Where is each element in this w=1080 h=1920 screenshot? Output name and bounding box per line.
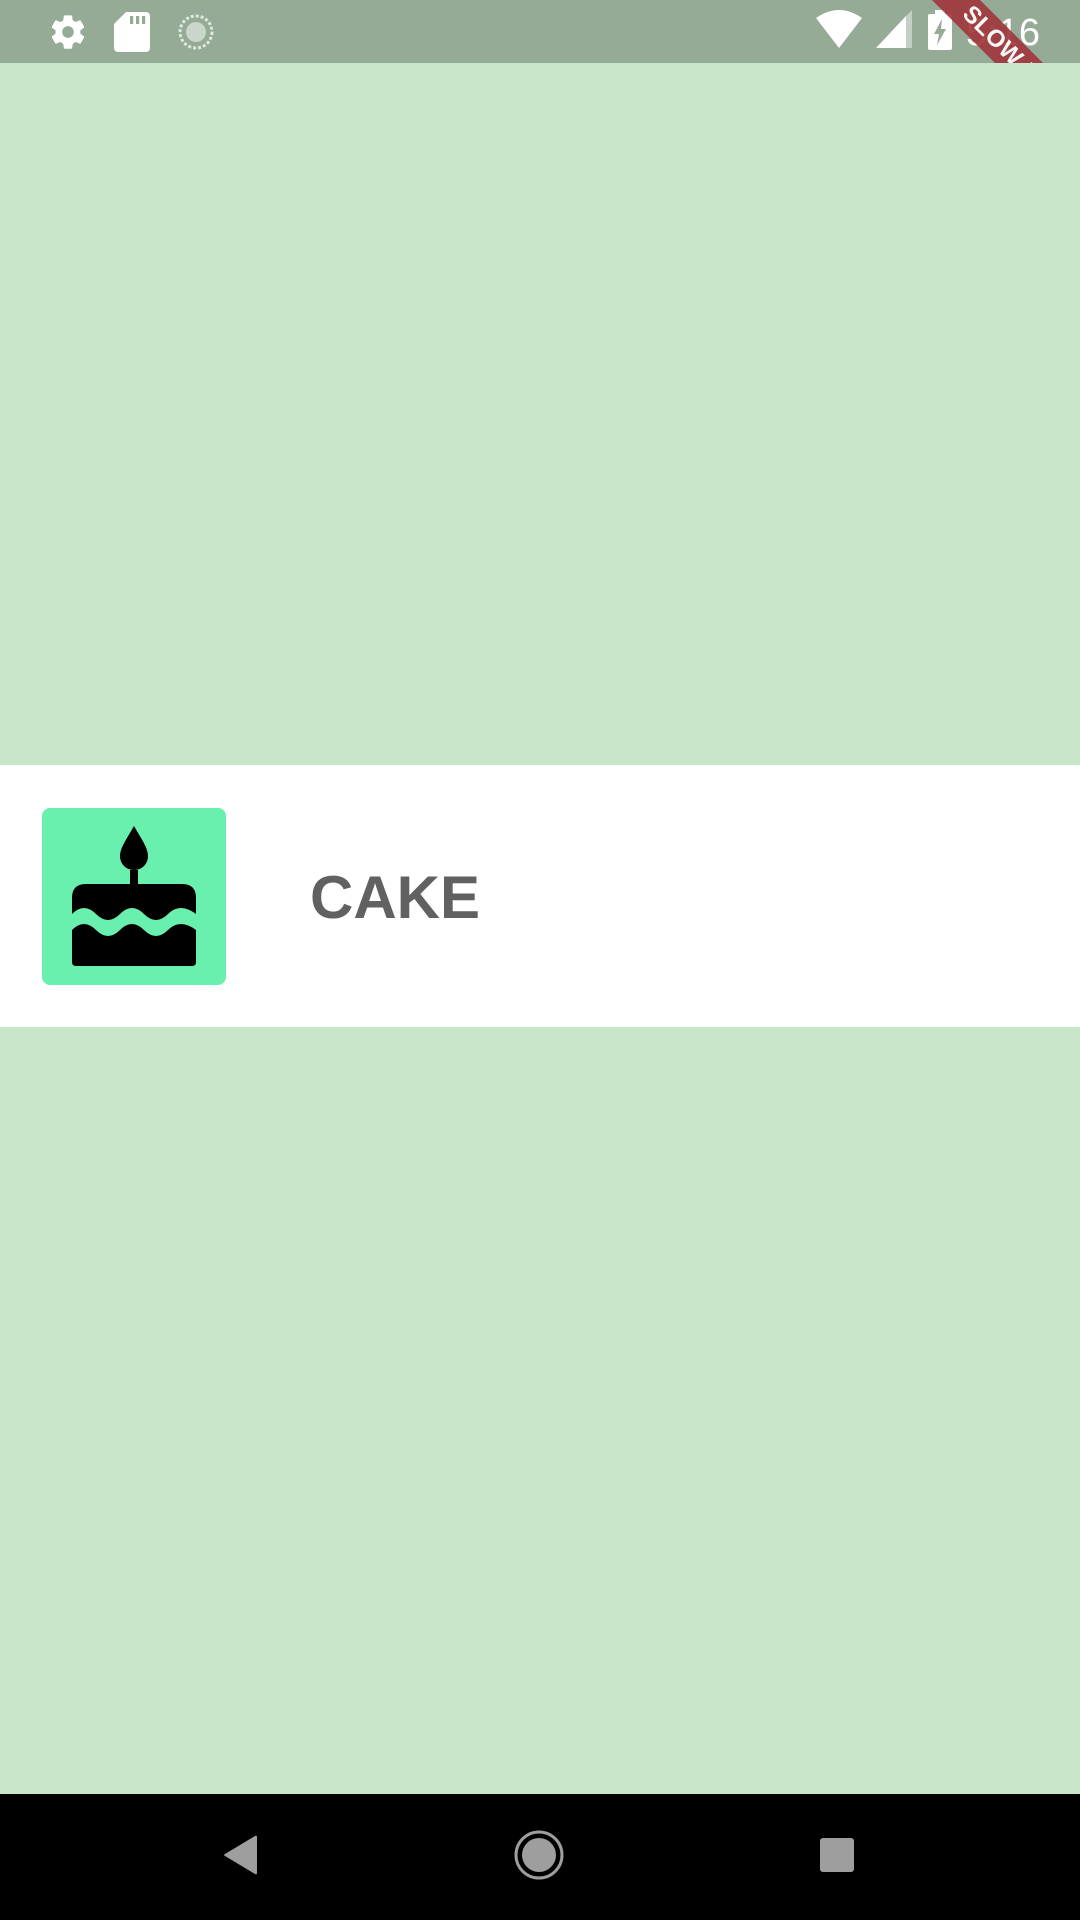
cake-icon (72, 822, 196, 971)
status-right-icons: 5:16 (816, 10, 1040, 55)
home-icon (513, 1829, 565, 1886)
settings-icon (48, 12, 88, 52)
tile-icon-container (42, 808, 226, 985)
recents-button[interactable] (777, 1794, 897, 1920)
tile-title: CAKE (310, 864, 481, 931)
recents-icon (819, 1837, 855, 1878)
main-content: CAKE (0, 63, 1080, 1794)
home-button[interactable] (479, 1794, 599, 1920)
status-time: 5:16 (966, 11, 1040, 54)
status-left-icons (48, 12, 216, 52)
back-button[interactable] (181, 1794, 301, 1920)
battery-charging-icon (928, 10, 953, 55)
status-bar: 5:16 (0, 0, 1080, 63)
loading-icon (176, 12, 216, 52)
list-tile-cake[interactable]: CAKE (0, 765, 1080, 1027)
wifi-icon (816, 10, 863, 55)
cell-signal-icon (876, 10, 914, 55)
navigation-bar (0, 1794, 1080, 1920)
back-icon (223, 1835, 259, 1880)
sd-card-icon (114, 12, 150, 52)
